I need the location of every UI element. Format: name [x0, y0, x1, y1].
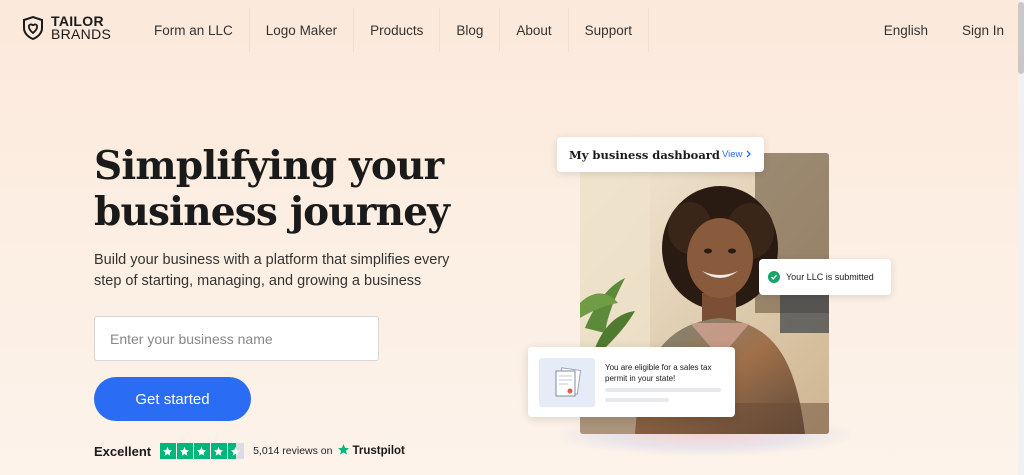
trustpilot-rating[interactable]: Excellent 5,014 reviews on Trustpilot	[94, 442, 405, 460]
certificate-icon	[539, 358, 595, 407]
star-icon	[160, 443, 176, 459]
get-started-button[interactable]: Get started	[94, 377, 251, 421]
nav-item-blog[interactable]: Blog	[440, 8, 501, 52]
trustpilot-logo: Trustpilot	[337, 443, 405, 459]
dashboard-view-link[interactable]: View	[722, 149, 752, 160]
placeholder-line	[605, 398, 669, 402]
placeholder-line	[605, 388, 721, 392]
check-circle-icon	[768, 271, 780, 283]
view-label: View	[721, 149, 743, 160]
star-icon	[211, 443, 227, 459]
main-menu: Form an LLC Logo Maker Products Blog Abo…	[138, 8, 649, 52]
business-name-input[interactable]	[94, 316, 379, 361]
rating-stars	[160, 443, 245, 459]
top-nav: TAILOR BRANDS Form an LLC Logo Maker Pro…	[0, 0, 1018, 60]
brand-line2: BRANDS	[51, 26, 112, 42]
tax-permit-card: You are eligible for a sales tax permit …	[528, 347, 735, 417]
sign-in-link[interactable]: Sign In	[928, 8, 1004, 52]
nav-item-logo-maker[interactable]: Logo Maker	[250, 8, 355, 52]
hero-headline: Simplifying your business journey	[94, 143, 514, 235]
brand-logo[interactable]: TAILOR BRANDS	[20, 14, 112, 42]
chevron-right-icon	[745, 149, 752, 160]
rating-word: Excellent	[94, 443, 152, 459]
llc-status-text: Your LLC is submitted	[786, 272, 874, 282]
shield-heart-icon	[20, 15, 46, 41]
tax-permit-text: You are eligible for a sales tax permit …	[605, 363, 712, 383]
language-selector[interactable]: English	[850, 8, 928, 52]
reviews-count: 5,014 reviews on	[253, 445, 333, 457]
headline-line2: business journey	[94, 189, 450, 235]
hero-subtitle: Build your business with a platform that…	[94, 252, 450, 289]
nav-item-about[interactable]: About	[500, 8, 569, 52]
nav-right-links: English Sign In	[850, 8, 1004, 52]
trustpilot-star-icon	[337, 443, 352, 459]
star-half-icon	[228, 443, 244, 459]
scrollbar-thumb[interactable]	[1018, 2, 1024, 74]
brand-wordmark: TAILOR BRANDS	[51, 14, 112, 42]
nav-item-form-llc[interactable]: Form an LLC	[138, 8, 250, 52]
llc-status-card: Your LLC is submitted	[759, 259, 891, 295]
trustpilot-name: Trustpilot	[352, 445, 405, 457]
nav-item-support[interactable]: Support	[569, 8, 649, 52]
dashboard-title: My business dashboard	[569, 147, 720, 162]
page-scrollbar[interactable]	[1018, 0, 1024, 475]
nav-item-products[interactable]: Products	[354, 8, 441, 52]
dashboard-card[interactable]: My business dashboard View	[557, 137, 764, 172]
star-icon	[177, 443, 193, 459]
star-icon	[194, 443, 210, 459]
headline-line1: Simplifying your	[94, 143, 444, 189]
